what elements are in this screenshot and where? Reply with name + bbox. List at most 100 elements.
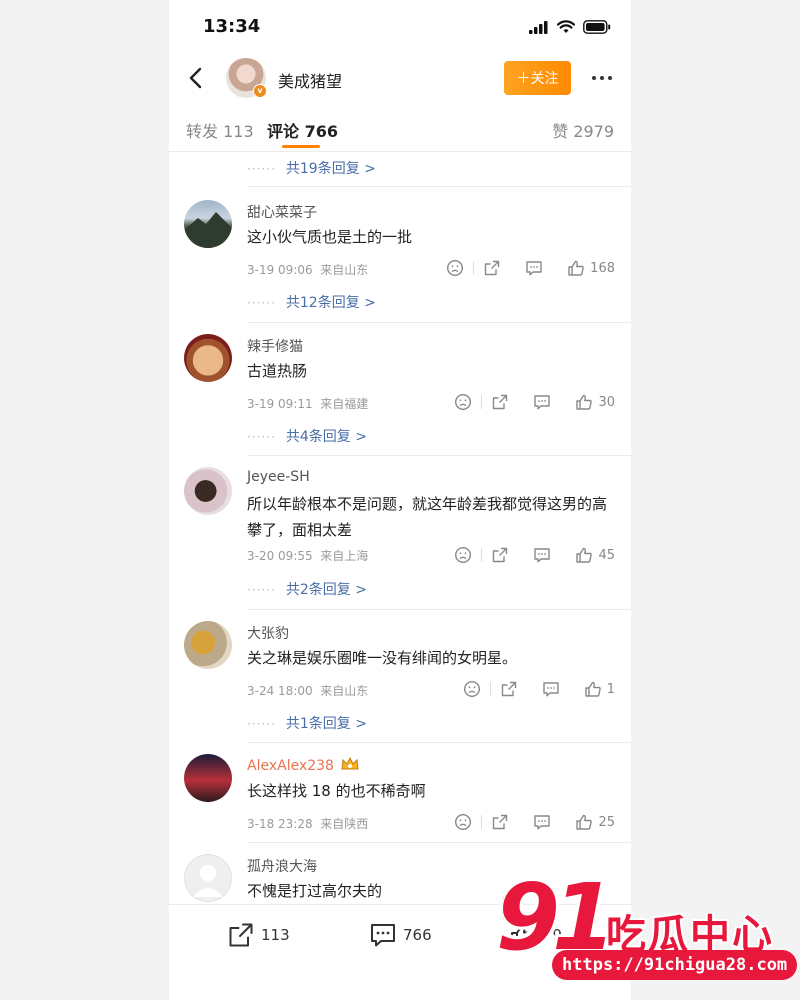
- commenter-name[interactable]: 辣手修猫: [247, 336, 303, 356]
- commenter-name[interactable]: Jeyee-SH: [247, 469, 310, 485]
- dislike-button[interactable]: [453, 545, 473, 565]
- back-button[interactable]: [179, 62, 211, 94]
- dislike-button[interactable]: [462, 679, 482, 699]
- crown-badge-icon: [341, 756, 359, 770]
- comment-actions: 45: [453, 545, 615, 565]
- more-button[interactable]: [587, 62, 617, 94]
- share-icon: [493, 394, 508, 410]
- reply-button[interactable]: [532, 812, 552, 832]
- like-count: 25: [598, 814, 615, 830]
- like-button[interactable]: [574, 392, 594, 412]
- view-replies-link[interactable]: ······ 共12条回复 >: [247, 292, 376, 312]
- follow-button[interactable]: ＋关注: [504, 61, 571, 95]
- commenter-avatar[interactable]: [184, 621, 232, 669]
- like-button[interactable]: [583, 679, 603, 699]
- like-count: 168: [590, 260, 615, 276]
- share-button[interactable]: [490, 545, 510, 565]
- comment-actions: 25: [453, 812, 615, 832]
- comment-actions: 168: [445, 258, 615, 278]
- commenter-avatar[interactable]: [184, 334, 232, 382]
- view-replies-link[interactable]: ······ 共19条回复 >: [247, 158, 376, 178]
- watermark-url: https://91chigua28.com: [552, 950, 798, 980]
- author-name[interactable]: 美成猪望: [278, 68, 342, 92]
- comment-text: 这小伙气质也是土的一批: [247, 228, 413, 246]
- post-header: v 美成猪望 ＋关注: [169, 56, 631, 100]
- comment-list[interactable]: ······ 共19条回复 > 甜心菜菜子 这小伙气质也是土的一批 3-19 09…: [169, 152, 631, 904]
- dislike-button[interactable]: [453, 392, 473, 412]
- comment-actions: 30: [453, 392, 615, 412]
- thumbs-up-icon: [576, 547, 593, 563]
- default-user-icon: [193, 865, 223, 897]
- view-replies-link[interactable]: ······ 共2条回复 >: [247, 579, 367, 599]
- share-icon: [484, 260, 500, 276]
- wifi-icon: [557, 20, 575, 33]
- commenter-name[interactable]: AlexAlex238: [247, 756, 360, 774]
- commenter-avatar[interactable]: [184, 467, 232, 515]
- commenter-name[interactable]: 大张豹: [247, 623, 289, 643]
- comment-icon: [543, 682, 559, 697]
- status-bar: 13:34: [169, 0, 631, 56]
- comment-meta: 3-20 09:55 来自上海: [247, 549, 369, 563]
- comment-icon: [526, 261, 542, 276]
- commenter-avatar[interactable]: [184, 854, 232, 902]
- tab-repost[interactable]: 转发 113: [186, 118, 254, 142]
- comment-text: 长这样找 18 的也不稀奇啊: [247, 782, 426, 800]
- thumbs-up-icon: [576, 814, 593, 830]
- tab-comments[interactable]: 评论 766: [267, 118, 338, 142]
- thumbs-up-icon: [568, 260, 584, 276]
- repost-button[interactable]: 113: [227, 921, 290, 949]
- battery-icon: [583, 20, 611, 34]
- post-tabs: 转发 113 评论 766 赞 2979: [169, 108, 631, 152]
- repost-count: 113: [261, 926, 290, 944]
- comment-meta: 3-18 23:28 来自陕西: [247, 817, 369, 831]
- commenter-name[interactable]: 甜心菜菜子: [247, 202, 317, 222]
- comment-icon: [534, 815, 551, 830]
- dislike-face-icon: [463, 680, 480, 698]
- comment-icon: [534, 548, 551, 563]
- comment-button[interactable]: 766: [369, 921, 432, 949]
- share-icon: [493, 814, 508, 830]
- reply-button[interactable]: [532, 545, 552, 565]
- dislike-button[interactable]: [453, 812, 473, 832]
- dislike-face-icon: [447, 259, 464, 277]
- status-time: 13:34: [203, 16, 261, 37]
- share-button[interactable]: [499, 679, 519, 699]
- mountain-avatar-image: [184, 212, 232, 248]
- share-button[interactable]: [490, 392, 510, 412]
- like-count: 45: [598, 547, 615, 563]
- more-dots-icon: [592, 76, 596, 80]
- comment-count: 766: [403, 926, 432, 944]
- commenter-name[interactable]: 孤舟浪大海: [247, 856, 317, 876]
- dislike-face-icon: [455, 546, 472, 564]
- share-icon: [493, 547, 508, 563]
- commenter-avatar[interactable]: [184, 754, 232, 802]
- comment-text: 所以年龄根本不是问题，就这年龄差我都觉得这男的高攀了，面相太差: [247, 495, 608, 539]
- watermark-logo: 91 吃瓜中心 https://91chigua28.com: [488, 868, 800, 1000]
- reply-button[interactable]: [532, 392, 552, 412]
- verified-badge: v: [253, 84, 267, 98]
- comment-meta: 3-19 09:11 来自福建: [247, 397, 369, 411]
- comment-item: 大张豹 关之琳是娱乐圈唯一没有绯闻的女明星。 3-24 18:00 来自山东 1…: [169, 609, 631, 743]
- reply-button[interactable]: [541, 679, 561, 699]
- dislike-button[interactable]: [445, 258, 465, 278]
- commenter-avatar[interactable]: [184, 200, 232, 248]
- share-button[interactable]: [482, 258, 502, 278]
- comment-text: 古道热肠: [247, 362, 308, 380]
- comment-text: 关之琳是娱乐圈唯一没有绯闻的女明星。: [247, 649, 518, 667]
- comment-item: AlexAlex238 长这样找 18 的也不稀奇啊 3-18 23:28 来自…: [169, 742, 631, 842]
- comment-item: 甜心菜菜子 这小伙气质也是土的一批 3-19 09:06 来自山东 168 ··…: [169, 186, 631, 320]
- comment-actions: 1: [462, 679, 615, 699]
- back-arrow-icon: [189, 67, 202, 89]
- comment-icon: [534, 395, 551, 410]
- share-icon: [229, 923, 253, 947]
- signal-icon: [529, 20, 548, 34]
- like-button[interactable]: [574, 812, 594, 832]
- tab-likes[interactable]: 赞 2979: [552, 118, 614, 142]
- like-button[interactable]: [574, 545, 594, 565]
- reply-button[interactable]: [524, 258, 544, 278]
- share-button[interactable]: [490, 812, 510, 832]
- view-replies-link[interactable]: ······ 共1条回复 >: [247, 713, 367, 733]
- like-button[interactable]: [566, 258, 586, 278]
- view-replies-link[interactable]: ······ 共4条回复 >: [247, 426, 367, 446]
- like-count: 30: [598, 394, 615, 410]
